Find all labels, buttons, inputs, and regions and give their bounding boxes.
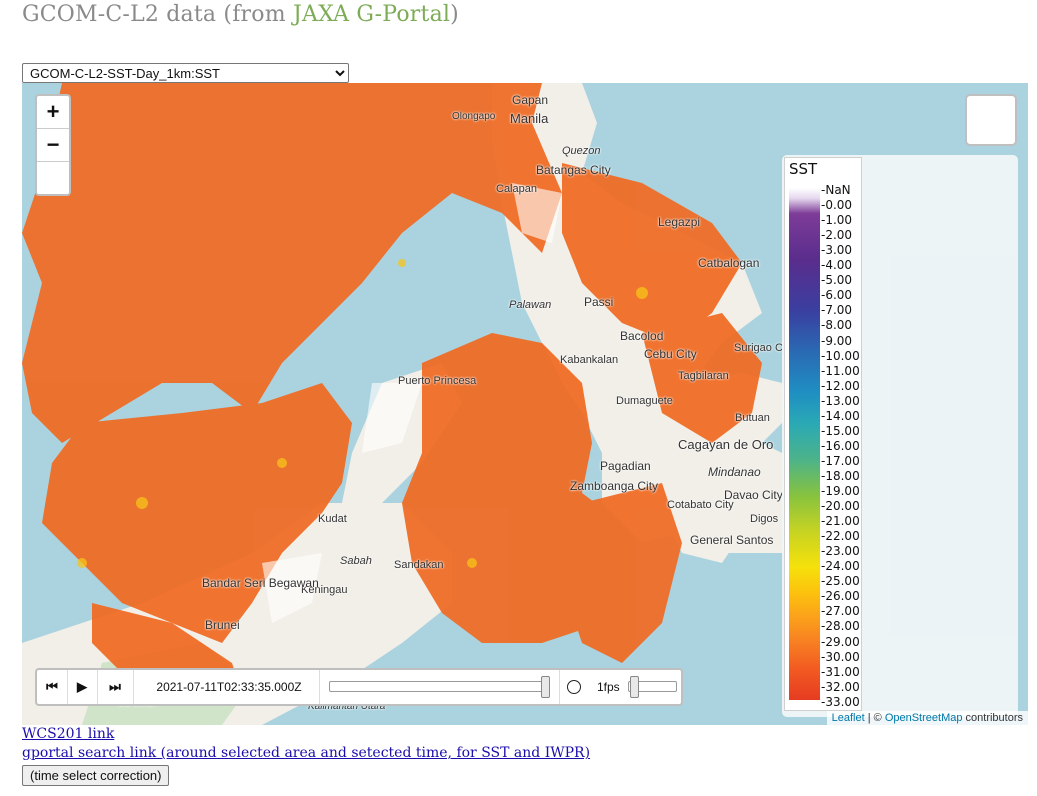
legend-tick-label: 12.00: [821, 380, 859, 392]
place-label: Puerto Princesa: [398, 375, 477, 387]
legend-tick-label: 24.00: [821, 560, 859, 572]
zoom-out-button[interactable]: −: [37, 129, 69, 162]
place-label: Quezon: [562, 145, 601, 157]
gportal-search-link[interactable]: gportal search link (around selected are…: [22, 745, 590, 761]
layer-control-button[interactable]: [965, 94, 1017, 146]
play-icon[interactable]: ▶: [67, 670, 98, 704]
divider: [559, 670, 560, 704]
legend-tick-label: 10.00: [821, 350, 859, 362]
zoom-control: + −: [35, 94, 71, 196]
speed-slider-handle[interactable]: [630, 676, 639, 698]
place-label: Bacolod: [620, 329, 664, 343]
legend-tick-label: 4.00: [821, 259, 852, 271]
place-label: Cotabato City: [667, 499, 734, 511]
attribution-separator: | ©: [864, 712, 885, 724]
fast-backward-icon[interactable]: ⏮: [37, 670, 68, 704]
legend-tick-label: 16.00: [821, 440, 859, 452]
legend-tick-label: 15.00: [821, 425, 859, 437]
title-suffix: ): [450, 2, 459, 27]
place-label: Dumaguete: [616, 395, 673, 407]
place-label: Cebu City: [644, 347, 697, 361]
legend-tick-label: 20.00: [821, 500, 859, 512]
time-select-correction-button[interactable]: (time select correction): [22, 765, 170, 786]
legend-tick-label: 2.00: [821, 229, 852, 241]
time-slider-handle[interactable]: [541, 676, 550, 698]
speed-label: 1fps: [597, 680, 620, 694]
legend-tick-label: 6.00: [821, 289, 852, 301]
attribution-suffix: contributors: [962, 712, 1023, 724]
legend-tick-label: 5.00: [821, 274, 852, 286]
map[interactable]: Gapan Manila Quezon Batangas City Legazp…: [22, 83, 1028, 725]
place-label: Sabah: [340, 555, 372, 567]
title-prefix: GCOM-C-L2 data (from: [22, 2, 293, 27]
place-label: Passi: [584, 295, 614, 309]
legend-tick-label: 28.00: [821, 620, 859, 632]
place-label: Bandar Seri Begawan: [202, 576, 319, 590]
legend-tick-label: 23.00: [821, 545, 859, 557]
legend-tick-label: 3.00: [821, 244, 852, 256]
place-label: Cagayan de Oro: [678, 437, 774, 452]
place-label: Olongapo: [452, 111, 496, 122]
place-label: Manila: [510, 111, 549, 126]
legend-tick-label: 19.00: [821, 485, 859, 497]
place-label: Calapan: [496, 183, 537, 195]
place-label: Palawan: [509, 299, 552, 311]
place-label: Batangas City: [536, 163, 611, 177]
place-label: Kabankalan: [560, 354, 619, 366]
legend-tick-label: 1.00: [821, 214, 852, 226]
place-label: Legazpi: [658, 215, 701, 229]
time-slider[interactable]: [329, 681, 549, 692]
sst-legend: SST NaN 0.00 1.00 2.00 3.00 4.00 5.00 6.00 7.00 8…: [784, 157, 862, 711]
legend-tick-label: 13.00: [821, 395, 859, 407]
legend-tick-label: 21.00: [821, 515, 859, 527]
legend-tick-label: 18.00: [821, 470, 859, 482]
layer-select[interactable]: GCOM-C-L2-SST-Day_1km:SST: [22, 63, 349, 83]
place-label: Mindanao: [708, 465, 761, 479]
place-label: Butuan: [735, 412, 770, 424]
place-label: Catbalogan: [698, 256, 760, 270]
place-label: General Santos: [690, 533, 774, 547]
place-label: Tagbilaran: [678, 370, 729, 382]
legend-tick-label: 26.00: [821, 590, 859, 602]
zoom-in-button[interactable]: +: [37, 96, 69, 129]
legend-tick-label: 29.00: [821, 636, 859, 648]
legend-tick-label: NaN: [821, 184, 850, 196]
wcs-link-container: WCS201 link: [22, 726, 114, 742]
osm-link[interactable]: OpenStreetMap: [885, 712, 963, 724]
place-label: Pagadian: [600, 459, 651, 473]
legend-tick-label: 8.00: [821, 319, 852, 331]
legend-color-bar: [789, 188, 820, 700]
place-label: Gapan: [512, 93, 549, 107]
legend-tick-label: 9.00: [821, 335, 852, 347]
legend-tick-label: 11.00: [821, 365, 859, 377]
map-attribution: Leaflet | © OpenStreetMap contributors: [826, 711, 1028, 725]
legend-tick-label: 0.00: [821, 199, 852, 211]
wcs201-link[interactable]: WCS201 link: [22, 726, 114, 742]
place-label: Digos: [750, 513, 779, 525]
place-label: Brunei: [205, 618, 240, 632]
legend-tick-label: 32.00: [821, 681, 859, 693]
legend-tick-label: 17.00: [821, 455, 859, 467]
leaflet-link[interactable]: Leaflet: [832, 712, 865, 724]
current-time: 2021-07-11T02:33:35.000Z: [139, 670, 320, 704]
legend-tick-label: 22.00: [821, 530, 859, 542]
legend-title: SST: [789, 160, 818, 178]
legend-tick-label: 7.00: [821, 304, 852, 316]
place-label: Kudat: [318, 513, 347, 525]
place-label: Sandakan: [394, 559, 444, 571]
fast-forward-icon[interactable]: ⏭: [97, 670, 134, 704]
gportal-link-container: gportal search link (around selected are…: [22, 745, 590, 761]
legend-tick-label: 31.00: [821, 666, 859, 678]
jaxa-gportal-link[interactable]: JAXA G-Portal: [293, 2, 450, 27]
legend-tick-label: 27.00: [821, 605, 859, 617]
page-title: GCOM-C-L2 data (from JAXA G-Portal): [22, 2, 459, 27]
place-label: Zamboanga City: [570, 479, 659, 493]
legend-tick-label: 25.00: [821, 575, 859, 587]
legend-tick-label: 33.00: [821, 696, 859, 708]
zoom-extra-button[interactable]: [37, 162, 69, 194]
clock-icon: [567, 680, 581, 694]
legend-tick-label: 14.00: [821, 410, 859, 422]
time-dimension-control: ⏮ ▶ ⏭ 2021-07-11T02:33:35.000Z 1fps: [35, 668, 683, 706]
legend-tick-label: 30.00: [821, 651, 859, 663]
